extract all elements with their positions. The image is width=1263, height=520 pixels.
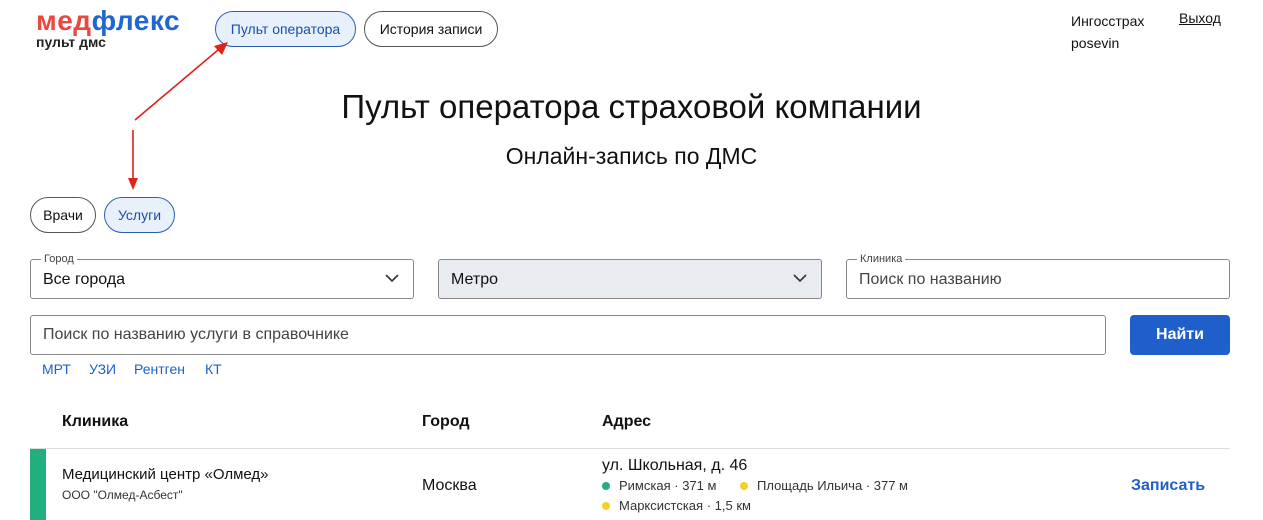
- clinic-city: Москва: [422, 477, 477, 494]
- metro-station-distance: 377 м: [873, 478, 908, 493]
- table-header-city: Город: [422, 413, 470, 430]
- tab-services[interactable]: Услуги: [104, 197, 175, 233]
- table-divider: [30, 448, 1230, 449]
- logout-link[interactable]: Выход: [1179, 10, 1221, 26]
- metro-separator: ·: [703, 498, 715, 513]
- chevron-down-icon: [385, 274, 399, 283]
- metro-station: Площадь Ильича · 377 м: [740, 478, 908, 493]
- city-select[interactable]: Город Все города: [30, 253, 414, 299]
- metro-station-name: Марксистская: [619, 498, 704, 513]
- metro-station-name: Римская: [619, 478, 671, 493]
- metro-select[interactable]: Метро: [438, 259, 822, 299]
- table-header-clinic: Клиника: [62, 413, 129, 430]
- clinic-organization: ООО "Олмед-Асбест": [62, 488, 183, 502]
- table-header-address: Адрес: [602, 413, 652, 430]
- metro-separator: ·: [862, 478, 874, 493]
- nav-history-button[interactable]: История записи: [364, 11, 498, 47]
- city-select-label: Город: [41, 253, 77, 265]
- clinic-search-placeholder: Поиск по названию: [859, 271, 1002, 288]
- find-button[interactable]: Найти: [1130, 315, 1230, 355]
- metro-line-dot: [740, 481, 748, 490]
- metro-line-dot: [602, 481, 610, 490]
- metro-line-dot: [602, 501, 610, 510]
- logo[interactable]: медфлекс пульт дмс: [36, 5, 181, 51]
- clinic-search-field[interactable]: Клиника Поиск по названию: [846, 253, 1230, 299]
- quick-link-ultrasound[interactable]: УЗИ: [89, 361, 116, 377]
- clinic-address: ул. Школьная, д. 46: [602, 457, 748, 474]
- clinic-search-label: Клиника: [857, 253, 906, 265]
- user-info: Ингосстрах posevin: [1071, 10, 1144, 54]
- page-subtitle: Онлайн-запись по ДМС: [505, 143, 758, 169]
- city-select-value: Все города: [43, 271, 126, 288]
- metro-station-distance: 371 м: [682, 478, 717, 493]
- page-title: Пульт оператора страховой компании: [341, 88, 922, 125]
- logo-subtitle: пульт дмс: [36, 34, 106, 50]
- logo-wordmark: медфлекс: [36, 5, 181, 36]
- service-search-input[interactable]: [30, 315, 1106, 355]
- row-status-bar: [30, 449, 46, 520]
- book-button[interactable]: Записать: [1131, 477, 1205, 495]
- metro-select-value: Метро: [451, 271, 498, 288]
- clinic-name: Медицинский центр «Олмед»: [62, 466, 269, 483]
- quick-link-ct[interactable]: КТ: [205, 361, 222, 377]
- metro-station-name: Площадь Ильича: [757, 478, 863, 493]
- metro-station-distance: 1,5 км: [714, 498, 751, 513]
- annotation-arrowhead-icon: [128, 178, 138, 190]
- tab-doctors[interactable]: Врачи: [30, 197, 96, 233]
- metro-station: Римская · 371 м: [602, 478, 716, 493]
- user-company: Ингосстрах: [1071, 13, 1145, 29]
- user-login: posevin: [1071, 35, 1120, 51]
- nav-operator-button[interactable]: Пульт оператора: [215, 11, 356, 47]
- metro-separator: ·: [670, 478, 683, 493]
- chevron-down-icon: [793, 274, 807, 283]
- metro-station: Марксистская · 1,5 км: [602, 498, 751, 513]
- quick-link-mri[interactable]: МРТ: [42, 361, 71, 377]
- quick-link-xray[interactable]: Рентген: [134, 361, 185, 377]
